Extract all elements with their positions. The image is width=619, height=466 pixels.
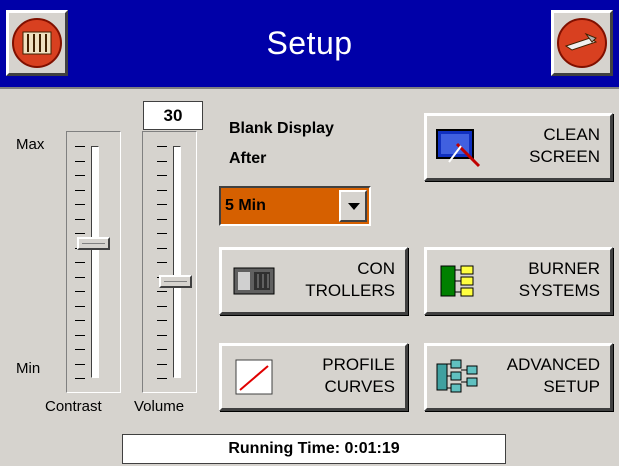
controller-button[interactable] [6,10,68,76]
slider-tick [75,218,85,220]
advanced-setup-button[interactable]: ADVANCED SETUP [424,343,613,411]
clean-screen-icon [436,129,481,168]
slider-tick [157,146,167,147]
clean-screen-label: CLEAN SCREEN [529,125,600,166]
slider-tick [157,233,167,234]
slider-tick [75,262,85,263]
controllers-label: CON TROLLERS [305,259,395,300]
slider-tick [157,218,167,220]
profile-curves-icon [235,359,273,395]
volume-value: 30 [143,101,203,130]
slider-tick [75,320,85,321]
exit-button[interactable] [551,10,613,76]
slider-tick [75,334,85,336]
volume-thumb[interactable] [159,274,192,288]
blank-display-label: Blank Display [229,120,334,137]
advanced-setup-label: ADVANCED SETUP [506,355,600,396]
slider-tick [157,175,167,176]
contrast-thumb[interactable] [77,237,110,251]
contrast-slider[interactable] [66,131,121,393]
slider-tick [75,146,85,147]
slider-tick [75,291,85,292]
slider-tick [75,305,85,307]
slider-tick [75,363,85,365]
slider-tick [75,204,85,205]
slider-tick [75,378,85,379]
blank-display-dropdown[interactable]: 5 Min [219,186,371,226]
profile-curves-button[interactable]: PROFILE CURVES [219,343,408,411]
running-time-status: Running Time: 0:01:19 [122,434,506,464]
slider-tick [157,378,167,379]
slider-tick [157,247,167,249]
chevron-down-icon[interactable] [339,190,367,222]
blank-display-after-label: After [229,150,267,167]
controllers-icon [233,267,275,295]
contrast-max-label: Max [16,136,45,153]
advanced-setup-icon [436,359,478,393]
slider-tick [157,363,167,365]
blank-display-value: 5 Min [225,197,266,214]
slider-tick [75,175,85,176]
contrast-min-label: Min [16,360,41,377]
slider-tick [157,160,167,162]
volume-track [173,146,181,378]
exit-icon [557,18,607,68]
slider-tick [75,160,85,162]
slider-tick [157,291,167,292]
page-title: Setup [266,25,353,61]
burner-systems-label: BURNER SYSTEMS [518,259,600,300]
header-divider [0,87,619,89]
slider-tick [75,233,85,234]
contrast-label: Contrast [45,398,102,415]
contrast-track [91,146,99,378]
slider-tick [75,349,85,350]
burner-systems-icon [440,265,474,297]
slider-tick [157,262,167,263]
slider-tick [157,334,167,336]
slider-tick [157,305,167,307]
profile-curves-label: PROFILE CURVES [322,355,395,396]
burner-systems-button[interactable]: BURNER SYSTEMS [424,247,613,315]
slider-tick [157,189,167,191]
controllers-button[interactable]: CON TROLLERS [219,247,408,315]
clean-screen-button[interactable]: CLEAN SCREEN [424,113,613,181]
slider-tick [157,204,167,205]
slider-tick [157,349,167,350]
volume-label: Volume [134,398,185,415]
controller-icon [12,18,62,68]
slider-tick [75,189,85,191]
slider-tick [157,320,167,321]
volume-slider[interactable] [142,131,197,393]
slider-tick [75,276,85,278]
